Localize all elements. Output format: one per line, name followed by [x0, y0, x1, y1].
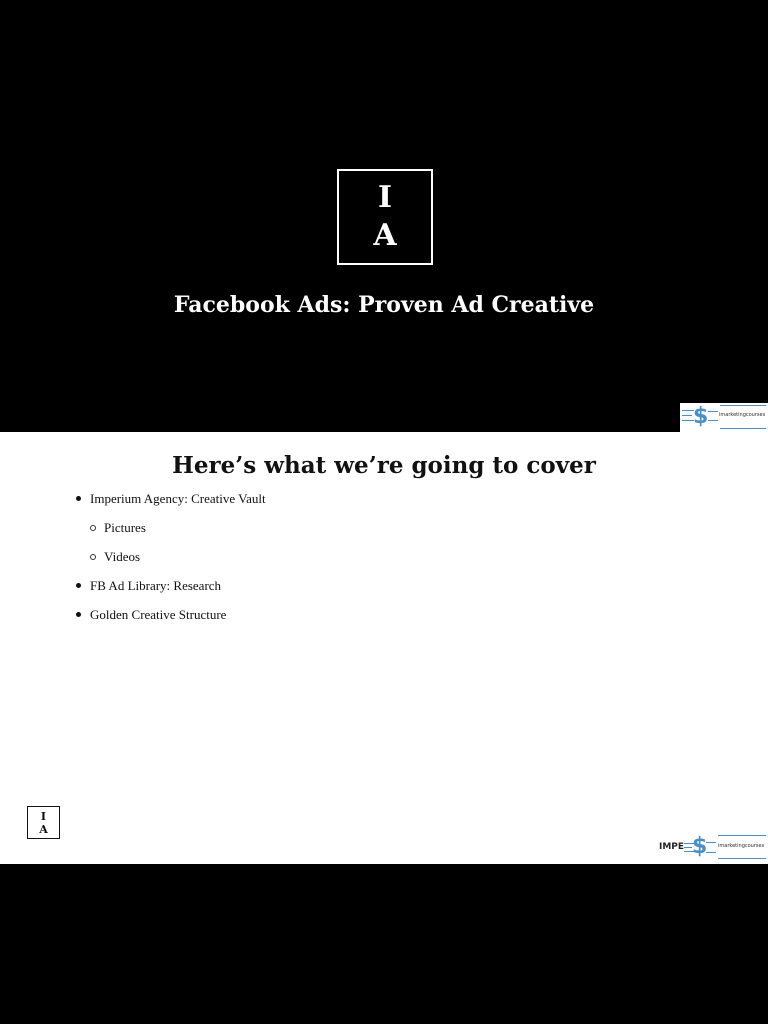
logo-letter-a: A: [373, 218, 397, 253]
agenda-slide: Here’s what we’re going to cover Imperiu…: [0, 432, 768, 864]
watermark-line-icon: [718, 858, 766, 859]
list-item-label: FB Ad Library: Research: [90, 578, 222, 593]
list-item: Pictures: [76, 519, 266, 548]
bullet-dot-icon: [76, 583, 81, 588]
list-item: Videos: [76, 548, 266, 577]
watermark-brand: imarketingcourses: [719, 412, 766, 418]
list-item: Golden Creative Structure: [76, 606, 266, 635]
list-item: FB Ad Library: Research: [76, 577, 266, 606]
list-item-label: Videos: [104, 549, 141, 564]
agenda-title: Here’s what we’re going to cover: [172, 452, 596, 479]
watermark-brand: imarketingcourses: [718, 843, 765, 849]
bullet-dot-icon: [76, 496, 81, 501]
bullet-circle-icon: [90, 525, 96, 531]
dollar-icon: $: [692, 834, 708, 859]
bullet-circle-icon: [90, 554, 96, 560]
watermark-logo: $ imarketingcourses: [680, 403, 768, 432]
watermark-line-icon: [708, 411, 718, 412]
agenda-list: Imperium Agency: Creative Vault Pictures…: [76, 490, 266, 635]
watermark-line-icon: [684, 847, 692, 848]
list-item-label: Pictures: [104, 520, 146, 535]
bullet-dot-icon: [76, 612, 81, 617]
title-slide: I A Facebook Ads: Proven Ad Creative: [0, 0, 768, 432]
watermark-partial-text: IMPE: [659, 842, 685, 852]
watermark-line-icon: [718, 835, 766, 836]
slide-title: Facebook Ads: Proven Ad Creative: [173, 292, 595, 318]
list-item-label: Imperium Agency: Creative Vault: [90, 491, 266, 506]
list-item: Imperium Agency: Creative Vault: [76, 490, 266, 519]
ia-logo-small: I A: [27, 806, 60, 839]
ia-logo: I A: [337, 169, 433, 265]
watermark-line-icon: [708, 420, 718, 421]
logo-letter-i: I: [40, 809, 47, 823]
watermark-line-icon: [720, 405, 766, 406]
dollar-icon: $: [693, 404, 709, 429]
watermark-line-icon: [682, 415, 692, 416]
logo-letter-i: I: [377, 180, 393, 215]
watermark-line-icon: [706, 842, 716, 843]
list-item-label: Golden Creative Structure: [90, 607, 227, 622]
watermark-line-icon: [706, 852, 716, 853]
watermark-line-icon: [720, 428, 766, 429]
logo-letter-a: A: [39, 822, 48, 836]
watermark-logo: IMPE $ imarketingcourses: [656, 832, 768, 862]
